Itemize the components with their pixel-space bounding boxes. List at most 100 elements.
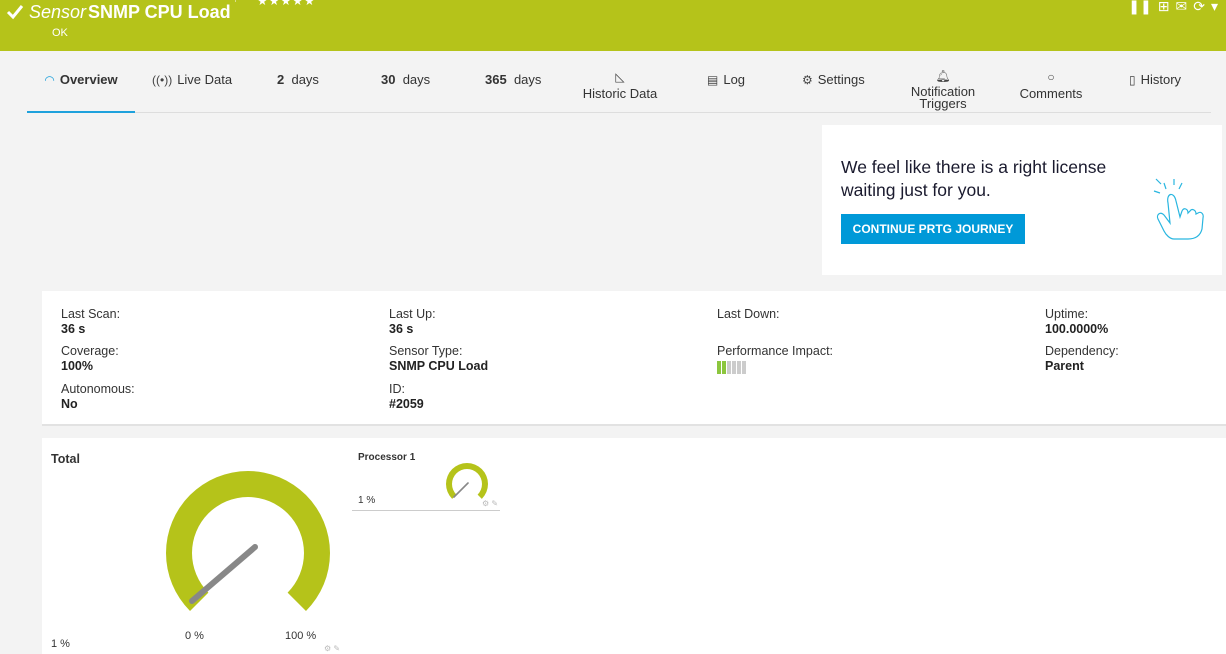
- field-value[interactable]: Parent: [1045, 359, 1119, 374]
- total-gauge-title: Total: [51, 452, 80, 466]
- priority-stars[interactable]: ★★★★★: [257, 0, 316, 8]
- performance-bar: [717, 361, 721, 374]
- check-icon: [6, 5, 24, 20]
- coverage-field: Coverage: 100%: [61, 344, 119, 374]
- area-chart-icon: ◺: [615, 70, 625, 84]
- last-scan-field: Last Scan: 36 s: [61, 307, 120, 337]
- uptime-field: Uptime: 100.0000%: [1045, 307, 1108, 337]
- field-label: Sensor Type:: [389, 344, 463, 358]
- pause-icon[interactable]: ❚❚: [1128, 0, 1151, 15]
- continue-prtg-journey-button[interactable]: CONTINUE PRTG JOURNEY: [841, 214, 1025, 244]
- field-value: 36 s: [389, 322, 414, 336]
- history-icon: ▯: [1129, 73, 1136, 87]
- tab-2-days[interactable]: 2 days: [277, 72, 319, 124]
- field-label: Autonomous:: [61, 382, 135, 396]
- tab-live-data[interactable]: ((•)) Live Data: [152, 72, 232, 124]
- sensor-header: Sensor SNMP CPU Load ⚑ ★★★★★ OK ❚❚ ⊞ ✉ ⟳…: [0, 0, 1226, 51]
- tab-label: days: [402, 72, 431, 87]
- field-value: SNMP CPU Load: [389, 359, 489, 373]
- field-label: Coverage:: [61, 344, 119, 358]
- performance-bar: [742, 361, 746, 374]
- tab-label: days: [291, 72, 319, 87]
- tab-label: Settings: [817, 72, 865, 87]
- processor-gauge-value: 1 %: [358, 495, 376, 506]
- sensor-type-word: Sensor: [29, 2, 87, 22]
- performance-impact-bars: [717, 361, 833, 374]
- autonomous-field: Autonomous: No: [61, 382, 135, 412]
- tab-label-line2: Triggers: [919, 96, 967, 111]
- add-icon[interactable]: ⊞: [1158, 0, 1170, 15]
- field-value: 36 s: [61, 322, 86, 336]
- license-message: We feel like there is a right license wa…: [841, 157, 1107, 200]
- tab-label: days: [513, 72, 542, 87]
- processor-gauge: [446, 463, 488, 499]
- performance-impact-field: Performance Impact:: [717, 344, 833, 374]
- tab-historic-data[interactable]: ◺ Historic Data: [579, 70, 661, 122]
- license-banner: We feel like there is a right license wa…: [822, 125, 1222, 275]
- gauge-arc: [446, 463, 488, 499]
- chevron-down-icon[interactable]: ▾: [1211, 0, 1218, 15]
- tab-365-days[interactable]: 365 days: [485, 72, 541, 124]
- divider: [352, 510, 500, 511]
- gauge-needle: [189, 544, 258, 604]
- total-gauge-value: 1 %: [51, 638, 70, 650]
- tab-label: Comments: [1019, 86, 1083, 101]
- tab-notification-triggers[interactable]: 🔔︎ Notification Triggers: [905, 70, 981, 122]
- gear-icon: ⚙: [802, 73, 813, 87]
- gauge-needle: [453, 482, 469, 498]
- field-label: Dependency:: [1045, 344, 1119, 358]
- header-toolbar: ❚❚ ⊞ ✉ ⟳ ▾: [1128, 0, 1218, 15]
- tab-days-number: 30: [381, 72, 396, 87]
- tab-label: Live Data: [177, 72, 233, 87]
- performance-bar: [727, 361, 731, 374]
- field-label: ID:: [389, 382, 405, 396]
- field-label: Uptime:: [1045, 307, 1089, 321]
- field-label: Last Up:: [389, 307, 436, 321]
- gauges-panel: Total 1 % 0 % 100 % ⚙ ✎ Processor 1 1 % …: [42, 438, 1226, 654]
- pointing-hand-icon: [1153, 178, 1204, 240]
- tab-label: Log: [723, 72, 746, 87]
- gauge-icon: ◠: [44, 73, 55, 87]
- total-gauge-max: 100 %: [285, 630, 317, 642]
- broadcast-icon: ((•)): [152, 73, 173, 87]
- total-gauge-min: 0 %: [185, 630, 204, 642]
- sensor-info-panel: Last Scan: 36 s Last Up: 36 s Last Down:…: [42, 291, 1226, 426]
- performance-bar: [737, 361, 741, 374]
- performance-bar: [722, 361, 726, 374]
- tab-days-number: 365: [485, 72, 507, 87]
- tab-days-number: 2: [277, 72, 285, 87]
- field-value: 100.0000%: [1045, 322, 1109, 336]
- tab-bar: ◠ Overview ((•)) Live Data 2 days 30 days …: [27, 60, 1211, 113]
- settings-icon[interactable]: ⚙ ✎: [482, 499, 498, 508]
- tab-label: Overview: [59, 72, 118, 87]
- gauge-arc: [166, 471, 330, 611]
- email-icon[interactable]: ✉: [1176, 0, 1188, 15]
- total-gauge: [166, 471, 330, 611]
- field-label: Last Scan:: [61, 307, 121, 321]
- comment-icon: ○: [1047, 70, 1055, 84]
- field-label: Last Down:: [717, 307, 780, 321]
- sensor-name: SNMP CPU Load: [88, 2, 231, 22]
- last-up-field: Last Up: 36 s: [389, 307, 436, 337]
- dependency-field: Dependency: Parent: [1045, 344, 1119, 374]
- tab-log[interactable]: ▤ Log: [707, 72, 745, 124]
- tab-comments[interactable]: ○ Comments: [1015, 70, 1087, 122]
- tab-label: Historic Data: [582, 86, 658, 101]
- flag-icon[interactable]: ⚑: [233, 0, 242, 5]
- tab-settings[interactable]: ⚙ Settings: [802, 72, 865, 124]
- field-value: 100%: [61, 359, 93, 373]
- id-field: ID: #2059: [389, 382, 424, 412]
- field-label: Performance Impact:: [717, 344, 834, 358]
- last-down-field: Last Down:: [717, 307, 780, 322]
- sensor-type-field: Sensor Type: SNMP CPU Load: [389, 344, 488, 374]
- field-value: #2059: [389, 397, 424, 411]
- tab-history[interactable]: ▯ History: [1129, 72, 1181, 124]
- tab-label: History: [1140, 72, 1182, 87]
- tab-overview[interactable]: ◠ Overview: [27, 72, 135, 113]
- refresh-icon[interactable]: ⟳: [1193, 0, 1205, 15]
- tab-30-days[interactable]: 30 days: [381, 72, 430, 124]
- field-value: No: [61, 397, 78, 411]
- performance-bar: [732, 361, 736, 374]
- settings-icon[interactable]: ⚙ ✎: [324, 644, 340, 653]
- list-icon: ▤: [707, 73, 719, 87]
